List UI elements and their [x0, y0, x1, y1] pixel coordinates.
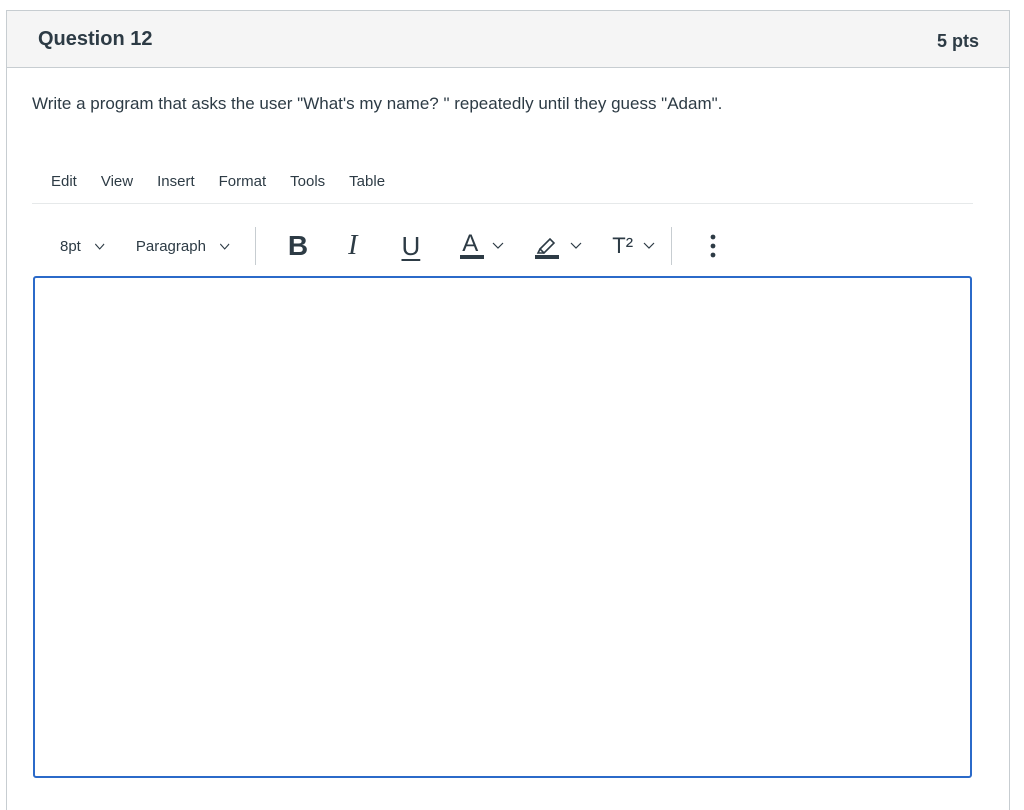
font-size-value: 8pt [60, 237, 81, 255]
menu-view[interactable]: View [89, 173, 145, 190]
question-points: 5 pts [936, 30, 979, 51]
italic-icon: I [348, 230, 358, 261]
block-format-value: Paragraph [135, 237, 206, 255]
highlight-color-button[interactable] [534, 232, 582, 260]
question-text: Write a program that asks the user "What… [32, 94, 723, 113]
question-header: Question 12 5 pts [7, 11, 1009, 68]
chevron-down-icon [570, 242, 582, 249]
menu-insert[interactable]: Insert [145, 173, 207, 190]
menu-table[interactable]: Table [337, 173, 397, 190]
chevron-down-icon [94, 243, 105, 250]
italic-button[interactable]: I [348, 230, 357, 262]
bold-button[interactable]: B [288, 230, 308, 262]
menu-tools[interactable]: Tools [278, 173, 337, 190]
answer-editor[interactable] [33, 276, 972, 778]
chevron-down-icon [492, 242, 504, 249]
more-options-button[interactable] [710, 234, 716, 258]
menu-edit[interactable]: Edit [32, 173, 89, 190]
text-color-icon: A [460, 230, 485, 262]
toolbar-divider [254, 227, 256, 265]
text-color-glyph: A [462, 230, 479, 257]
chevron-down-icon [643, 242, 655, 249]
superscript-button[interactable]: T² [612, 233, 655, 259]
underline-icon: U [401, 230, 421, 261]
underline-button[interactable]: U [401, 231, 420, 262]
toolbar-divider [671, 227, 673, 265]
superscript-icon: T² [612, 233, 634, 258]
text-color-bar [460, 255, 485, 259]
editor-toolbar: 8pt Paragraph B I U A T² [32, 214, 973, 278]
block-format-dropdown[interactable]: Paragraph [136, 238, 231, 255]
highlighter-icon [535, 237, 560, 259]
menu-format[interactable]: Format [207, 173, 279, 190]
editor-menubar: Edit View Insert Format Tools Table [32, 160, 973, 204]
font-size-dropdown[interactable]: 8pt [60, 238, 106, 255]
text-color-button[interactable]: A [460, 230, 504, 262]
question-title: Question 12 [38, 27, 153, 50]
bold-icon: B [287, 230, 309, 261]
more-vertical-icon [710, 234, 716, 258]
chevron-down-icon [219, 243, 230, 250]
